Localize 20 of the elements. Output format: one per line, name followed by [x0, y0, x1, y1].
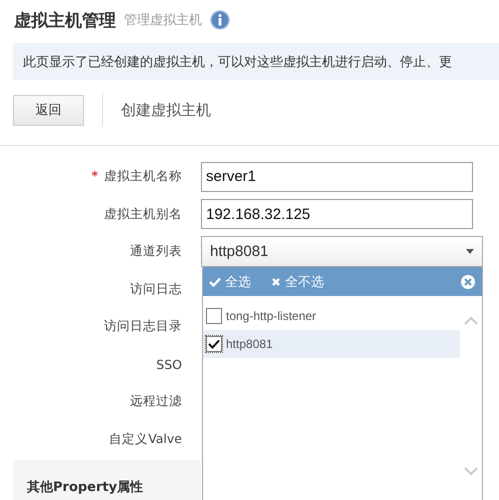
option-item[interactable]: http8081	[203, 330, 460, 358]
page-title: 虚拟主机管理	[14, 10, 116, 32]
field-label: 访问日志目录	[104, 318, 182, 336]
field-label: 虚拟主机名称	[104, 168, 182, 186]
field-label: 通道列表	[130, 243, 182, 260]
field-label: 访问日志	[130, 280, 182, 298]
field-label: 虚拟主机别名	[104, 206, 182, 223]
option-item[interactable]: tong-http-listener	[203, 302, 460, 330]
field-label: SSO	[156, 356, 182, 372]
info-text: 此页显示了已经创建的虚拟主机，可以对这些虚拟主机进行启动、停止、更	[23, 54, 452, 70]
input-field[interactable]: 192.168.32.125	[201, 199, 473, 230]
field-label: 远程过滤	[130, 393, 182, 410]
field-label: 自定义Valve	[109, 430, 182, 448]
select-field[interactable]: http8081	[201, 236, 483, 268]
input-field[interactable]: server1	[201, 162, 473, 192]
section-title: 其他Property属性	[27, 479, 144, 496]
back-button[interactable]: 返回	[13, 94, 84, 126]
form-heading: 创建虚拟主机	[121, 100, 211, 120]
page-subtitle: 管理虚拟主机	[124, 12, 202, 29]
required-mark: *	[91, 168, 98, 186]
